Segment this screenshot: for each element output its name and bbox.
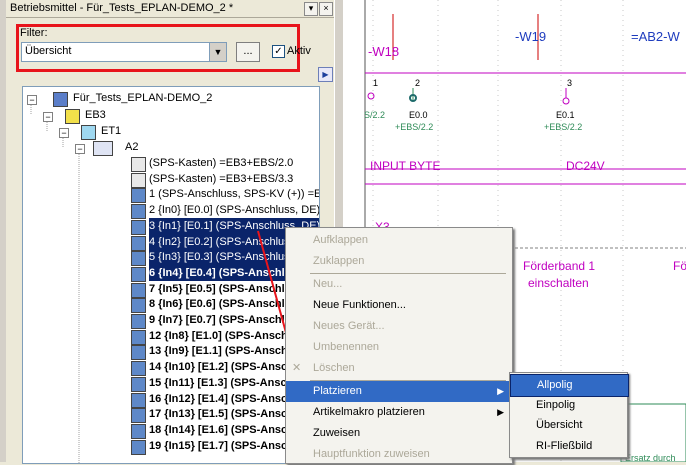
tree-item[interactable]: 2 {In0} [E0.0] (SPS-Anschluss, DE) [149,202,319,218]
filter-label: Filter: [20,27,48,39]
tree-node-a2[interactable]: A2 [125,139,138,155]
plc-connection-icon [131,314,146,329]
function-text: Fö [673,259,686,273]
reference-label: +EBS/2.2 [395,122,434,132]
location-icon [65,109,80,124]
platzieren-submenu: Allpolig Einpolig Übersicht RI-Fließbild [509,372,629,458]
context-menu-item[interactable]: Neue Funktionen... [286,295,512,316]
plc-connection-icon [131,298,146,314]
menu-item-label: Artikelmakro platzieren [313,406,425,418]
context-menu-item[interactable]: Aufklappen [286,230,512,251]
plc-box-icon [131,172,146,188]
plc-connection-icon [131,439,146,455]
reference-label: S/2.2 [364,110,386,120]
plc-box-icon [131,157,146,172]
submenu-item-label: RI-Fließbild [536,439,593,452]
address-label: E0.0 [409,110,428,120]
panel-title: Betriebsmittel - Für_Tests_EPLAN-DEMO_2 … [10,2,234,14]
collapse-icon[interactable]: − [75,144,85,154]
context-menu-item[interactable]: Platzieren ▶ [286,381,512,402]
pin-number: 3 [567,78,573,88]
voltage-label: DC24V [566,159,605,173]
menu-item-label: Löschen [313,362,355,374]
pin-marker [562,97,570,105]
plc-connection-icon [131,235,146,251]
plc-connection-icon [131,282,146,298]
close-icon[interactable]: × [319,2,333,16]
plc-connection-icon [131,392,146,408]
menu-item-label: Umbenennen [313,341,380,353]
context-menu-item[interactable]: Umbenennen [286,337,512,358]
context-menu-item[interactable]: Neues Gerät... [286,316,512,337]
chevron-down-icon[interactable]: ▼ [209,43,226,61]
menu-item-label: Neu... [313,278,343,290]
tree-node-eb3[interactable]: EB3 [85,107,106,123]
submenu-item-label: Übersicht [536,419,583,431]
installation-icon [81,125,96,140]
device-tree[interactable]: − Für_Tests_EPLAN-DEMO_2 − EB3 − ET1 − A… [22,86,320,464]
project-icon [53,92,68,107]
input-byte-label: INPUT BYTE [370,159,441,173]
collapse-icon[interactable]: − [27,95,37,105]
context-menu: Aufklappen Zuklappen Neu... Neue Funktionen… [285,227,513,464]
menu-item-label: Zuklappen [313,255,365,267]
tree-node-et1[interactable]: ET1 [101,123,121,139]
delete-icon: ✕ [292,362,302,374]
navigate-arrow-icon[interactable]: ▶ [318,67,333,82]
pin-number: 2 [415,78,421,88]
submenu-item-label: Einpolig [536,398,576,411]
tree-item[interactable]: (SPS-Kasten) =EB3+EBS/2.0 [149,155,293,171]
submenu-arrow-icon: ▶ [497,407,504,417]
filter-dropdown-value: Übersicht [25,45,72,57]
plc-connection-icon [131,345,146,361]
plc-connection-icon [131,219,146,235]
context-menu-item[interactable]: Zuklappen [286,251,512,272]
context-menu-item[interactable]: Artikelmakro platzieren ▶ [286,402,512,423]
plc-connection-icon [131,408,146,424]
collapse-icon[interactable]: − [59,128,69,138]
pin-icon[interactable]: ▾ [304,2,318,16]
context-menu-item[interactable]: Neu... [286,274,512,295]
context-menu-item[interactable]: Zuweisen [286,423,512,444]
panel-titlebar: Betriebsmittel - Für_Tests_EPLAN-DEMO_2 … [6,0,334,18]
cable-label-w19: -W19 [515,29,547,44]
plc-connection-icon [131,361,146,377]
submenu-item[interactable]: RI-Fließbild [510,436,627,457]
reference-label: +EBS/2.2 [544,122,583,132]
context-menu-item[interactable]: Löschen ✕ [286,358,512,379]
replace-label: Ersatz durch [625,453,676,462]
menu-item-label: Aufklappen [313,234,369,246]
plc-connection-icon [131,266,146,282]
cable-label-ab2: =AB2-W [631,29,680,44]
plc-connection-icon [131,251,146,267]
menu-item-label: Neues Gerät... [313,320,385,332]
function-text: einschalten [528,276,589,290]
submenu-item-label: Allpolig [537,379,573,391]
plc-connection-icon [131,188,146,204]
menu-item-label: Neue Funktionen... [313,299,406,311]
address-label: E0.1 [556,110,575,120]
aktiv-label: Aktiv [287,45,311,57]
tree-root[interactable]: Für_Tests_EPLAN-DEMO_2 [73,90,212,106]
function-text: Förderband 1 [523,259,596,273]
pin-number: 1 [373,78,379,88]
menu-item-label: Zuweisen [313,427,361,439]
tree-item[interactable]: (SPS-Kasten) =EB3+EBS/3.3 [149,171,293,187]
device-icon [93,141,113,156]
plc-connection-icon [131,376,146,392]
submenu-arrow-icon: ▶ [497,386,504,396]
submenu-item[interactable]: Einpolig [510,395,627,416]
cable-label-w18: -W18 [368,44,400,59]
plc-connection-icon [131,329,146,345]
collapse-icon[interactable]: − [43,112,53,122]
tree-item[interactable]: 1 (SPS-Anschluss, SPS-KV (+)) =EB3 [149,186,319,202]
plc-connection-icon [131,423,146,439]
filter-dropdown[interactable]: Übersicht ▼ [21,42,227,62]
submenu-item[interactable]: Übersicht [510,415,627,436]
plc-connection-icon [131,204,146,220]
aktiv-checkbox[interactable]: ✓ [272,45,285,58]
menu-item-label: Platzieren [313,385,362,397]
filter-browse-button[interactable]: ... [236,42,260,62]
